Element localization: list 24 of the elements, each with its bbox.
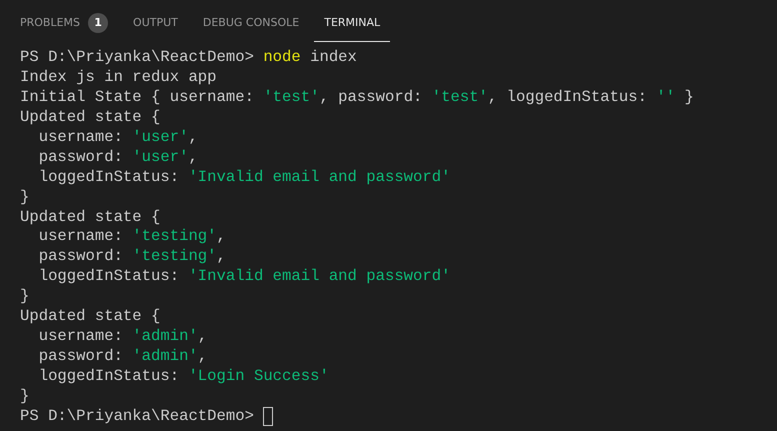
terminal-line: loggedInStatus: 'Invalid email and password' — [38, 267, 450, 288]
terminal-line: Updated state { — [20, 208, 160, 228]
terminal-line: } — [20, 287, 30, 308]
terminal-line: Initial State { username: 'test', password: 'test', loggedInStatus: '' } — [20, 88, 694, 108]
terminal-line: Index js in redux app — [20, 68, 217, 88]
terminal-line: PS D:\Priyanka\ReactDemo> node index — [20, 48, 357, 68]
terminal-line: loggedInStatus: 'Invalid email and password' — [38, 168, 450, 188]
terminal-line: PS D:\Priyanka\ReactDemo> — [20, 406, 255, 427]
problem-count-badge: 1 — [88, 12, 108, 32]
terminal-line: } — [20, 188, 30, 208]
panel-tab[interactable]: TERMINAL — [314, 4, 390, 42]
panel-tab[interactable]: DEBUG CONSOLE — [192, 4, 310, 42]
terminal-line: username: 'testing', — [38, 227, 226, 248]
panel-tab[interactable]: PROBLEMS 1 — [10, 4, 118, 42]
terminal-line: loggedInStatus: 'Login Success' — [38, 367, 329, 387]
terminal-line: password: 'user', — [38, 148, 198, 168]
terminal-line: Updated state { — [20, 108, 160, 128]
terminal-line: password: 'admin', — [38, 347, 208, 368]
terminal-line: username: 'admin', — [38, 327, 208, 348]
terminal-line: Updated state { — [20, 307, 160, 328]
terminal-line: } — [20, 386, 30, 407]
terminal-line: password: 'testing', — [38, 247, 226, 268]
panel-tab[interactable]: OUTPUT — [123, 4, 188, 42]
terminal-line: username: 'user', — [38, 128, 198, 148]
